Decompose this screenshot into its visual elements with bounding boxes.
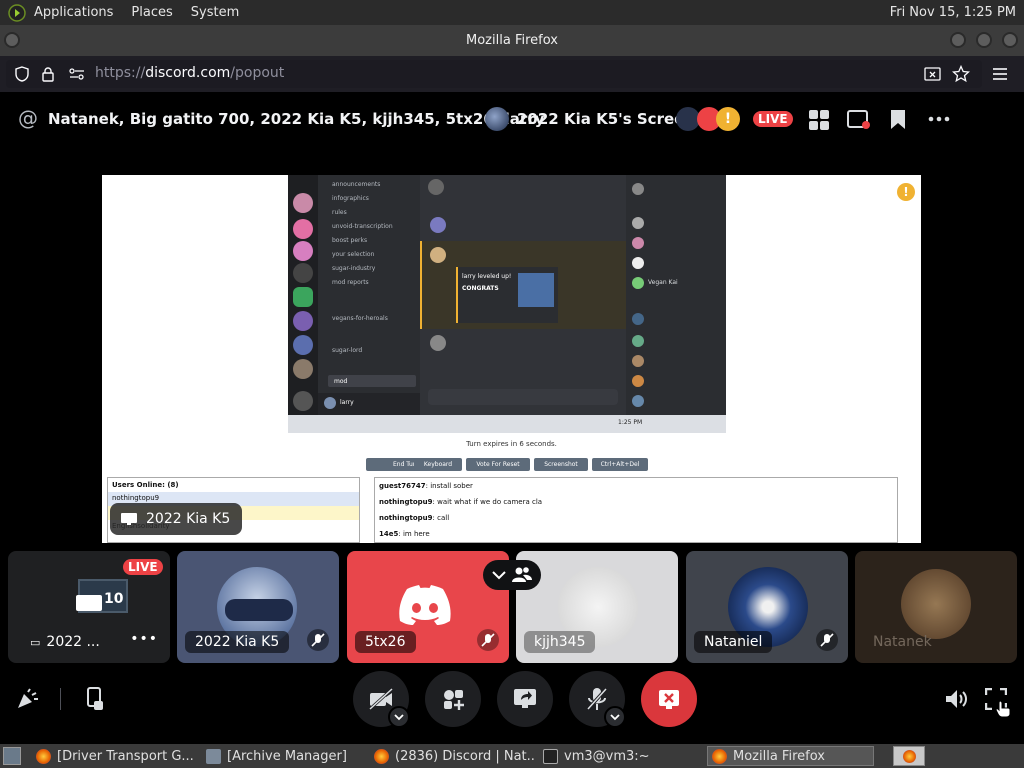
- firefox-icon: [36, 748, 51, 764]
- taskbar: [Driver Transport G... [Archive Manager]…: [0, 744, 1024, 768]
- lock-icon[interactable]: [40, 66, 56, 82]
- muted-mic-icon: [477, 629, 499, 651]
- call-header: @ Natanek, Big gatito 700, 2022 Kia K5, …: [0, 92, 1024, 146]
- bookmark-star-icon[interactable]: [952, 65, 970, 83]
- activities-button[interactable]: [425, 671, 481, 727]
- volume-icon[interactable]: [944, 687, 968, 711]
- inner-taskbar: 1:25 PM: [288, 415, 726, 433]
- close-window-icon[interactable]: [1002, 32, 1018, 48]
- tile-screen-number: 10: [104, 591, 124, 607]
- mic-off-icon: [586, 687, 608, 711]
- camera-off-icon: [368, 688, 394, 710]
- url-text[interactable]: https://discord.com/popout: [95, 65, 284, 81]
- screenshot-button[interactable]: Screenshot: [534, 458, 588, 471]
- viewer-warning-icon[interactable]: !: [716, 107, 740, 131]
- tile-2022-kia-k5[interactable]: 2022 Kia K5: [177, 551, 339, 663]
- screen-title: 2022 Kia K5's Screen: [517, 110, 696, 128]
- url-bar[interactable]: https://discord.com/popout: [6, 60, 982, 88]
- inner-chat: larry leveled up! CONGRATS: [420, 175, 626, 415]
- chevron-down-icon: [610, 713, 620, 720]
- hamburger-menu-icon[interactable]: [991, 66, 1009, 82]
- people-icon[interactable]: [512, 566, 532, 584]
- permissions-icon[interactable]: [68, 66, 86, 82]
- streamer-avatar: [485, 107, 509, 131]
- turn-timer: Turn expires in 6 seconds.: [466, 440, 557, 448]
- inner-server-rail: [288, 175, 318, 415]
- bookmark-icon[interactable]: [889, 109, 907, 131]
- window-title: Mozilla Firefox: [466, 33, 558, 48]
- tile-label: kjjh345: [524, 631, 596, 653]
- firefox-icon: [374, 748, 389, 764]
- leave-call-icon: [659, 690, 679, 709]
- participants-toggle[interactable]: [483, 560, 541, 590]
- chat-log: guest76747: install sober nothingtopu9: …: [374, 477, 898, 543]
- taskbar-item-terminal[interactable]: vm3@vm3:~: [543, 746, 703, 766]
- tile-kjjh345[interactable]: kjjh345: [516, 551, 678, 663]
- soundboard-icon[interactable]: [16, 688, 40, 710]
- tile-live-badge: LIVE: [123, 559, 163, 575]
- more-options-icon[interactable]: [928, 116, 950, 122]
- live-badge: LIVE: [753, 111, 793, 127]
- tile-nataniel[interactable]: Nataniel: [686, 551, 848, 663]
- chevron-down-icon: [394, 713, 404, 720]
- ctrl-alt-del-button[interactable]: Ctrl+Alt+Del: [592, 458, 648, 471]
- menu-system[interactable]: System: [191, 5, 239, 20]
- stream-owner-label: 2022 Kia K5: [110, 503, 243, 535]
- stream-view[interactable]: announcements infographics rules unvoid-…: [102, 175, 921, 543]
- tile-label: ▭ 2022 ...: [30, 634, 100, 650]
- muted-mic-icon: [307, 629, 329, 651]
- shield-icon[interactable]: [14, 66, 30, 82]
- share-screen-icon: [514, 689, 536, 708]
- tile-label: 5tx26: [355, 631, 416, 653]
- keyboard-button[interactable]: Keyboard: [414, 458, 462, 471]
- top-panel: Applications Places System Fri Nov 15, 1…: [0, 0, 1024, 25]
- mic-options-button[interactable]: [604, 706, 626, 728]
- taskbar-item-discord[interactable]: (2836) Discord | Nat...: [374, 746, 536, 766]
- popout-icon[interactable]: [847, 109, 871, 131]
- disconnect-button[interactable]: [641, 671, 697, 727]
- taskbar-item-firefox[interactable]: Mozilla Firefox: [707, 746, 874, 766]
- tile-more-icon[interactable]: •••: [130, 631, 158, 647]
- tile-label: Natanek: [873, 634, 932, 650]
- firefox-icon: [712, 748, 727, 764]
- activity-icon[interactable]: [85, 687, 105, 711]
- taskbar-item-driver-transport[interactable]: [Driver Transport G...: [36, 746, 196, 766]
- share-screen-button[interactable]: [497, 671, 553, 727]
- workspace-switcher[interactable]: [893, 746, 925, 766]
- camera-options-button[interactable]: [388, 706, 410, 728]
- chevron-down-icon[interactable]: [492, 570, 506, 580]
- tile-screen-share[interactable]: 10 LIVE ▭ 2022 ... •••: [8, 551, 170, 663]
- streamed-discord-window: announcements infographics rules unvoid-…: [288, 175, 726, 433]
- show-desktop-icon[interactable]: [3, 747, 21, 765]
- muted-mic-icon: [816, 629, 838, 651]
- inner-channel-list: announcements infographics rules unvoid-…: [318, 175, 420, 415]
- reader-view-icon[interactable]: [924, 66, 941, 82]
- app-menu-icon[interactable]: [8, 3, 26, 22]
- window-menu-icon[interactable]: [4, 32, 20, 48]
- window-titlebar[interactable]: Mozilla Firefox: [0, 25, 1024, 56]
- participants-title[interactable]: Natanek, Big gatito 700, 2022 Kia K5, kj…: [48, 110, 545, 128]
- panel-clock[interactable]: Fri Nov 15, 1:25 PM: [890, 5, 1016, 20]
- inner-member-list: Vegan Kai: [626, 175, 726, 415]
- menu-places[interactable]: Places: [131, 5, 172, 20]
- grid-layout-icon[interactable]: [808, 109, 830, 131]
- vote-reset-button[interactable]: Vote For Reset: [466, 458, 530, 471]
- tile-label: Nataniel: [694, 631, 773, 653]
- tile-natanek[interactable]: Natanek: [855, 551, 1017, 663]
- taskbar-item-archive-manager[interactable]: [Archive Manager]: [206, 746, 366, 766]
- archive-icon: [206, 748, 221, 764]
- stream-warning-icon[interactable]: !: [897, 183, 915, 201]
- rocket-icon: [444, 690, 464, 710]
- terminal-icon: [543, 748, 558, 764]
- menu-applications[interactable]: Applications: [34, 5, 113, 20]
- discord-logo-icon: [399, 585, 451, 625]
- at-icon: @: [18, 106, 38, 130]
- maximize-icon[interactable]: [976, 32, 992, 48]
- mouse-cursor-icon: [995, 700, 1011, 718]
- divider: [60, 688, 61, 710]
- tile-label: 2022 Kia K5: [185, 631, 290, 653]
- screen-share-icon: [121, 513, 137, 525]
- minimize-icon[interactable]: [950, 32, 966, 48]
